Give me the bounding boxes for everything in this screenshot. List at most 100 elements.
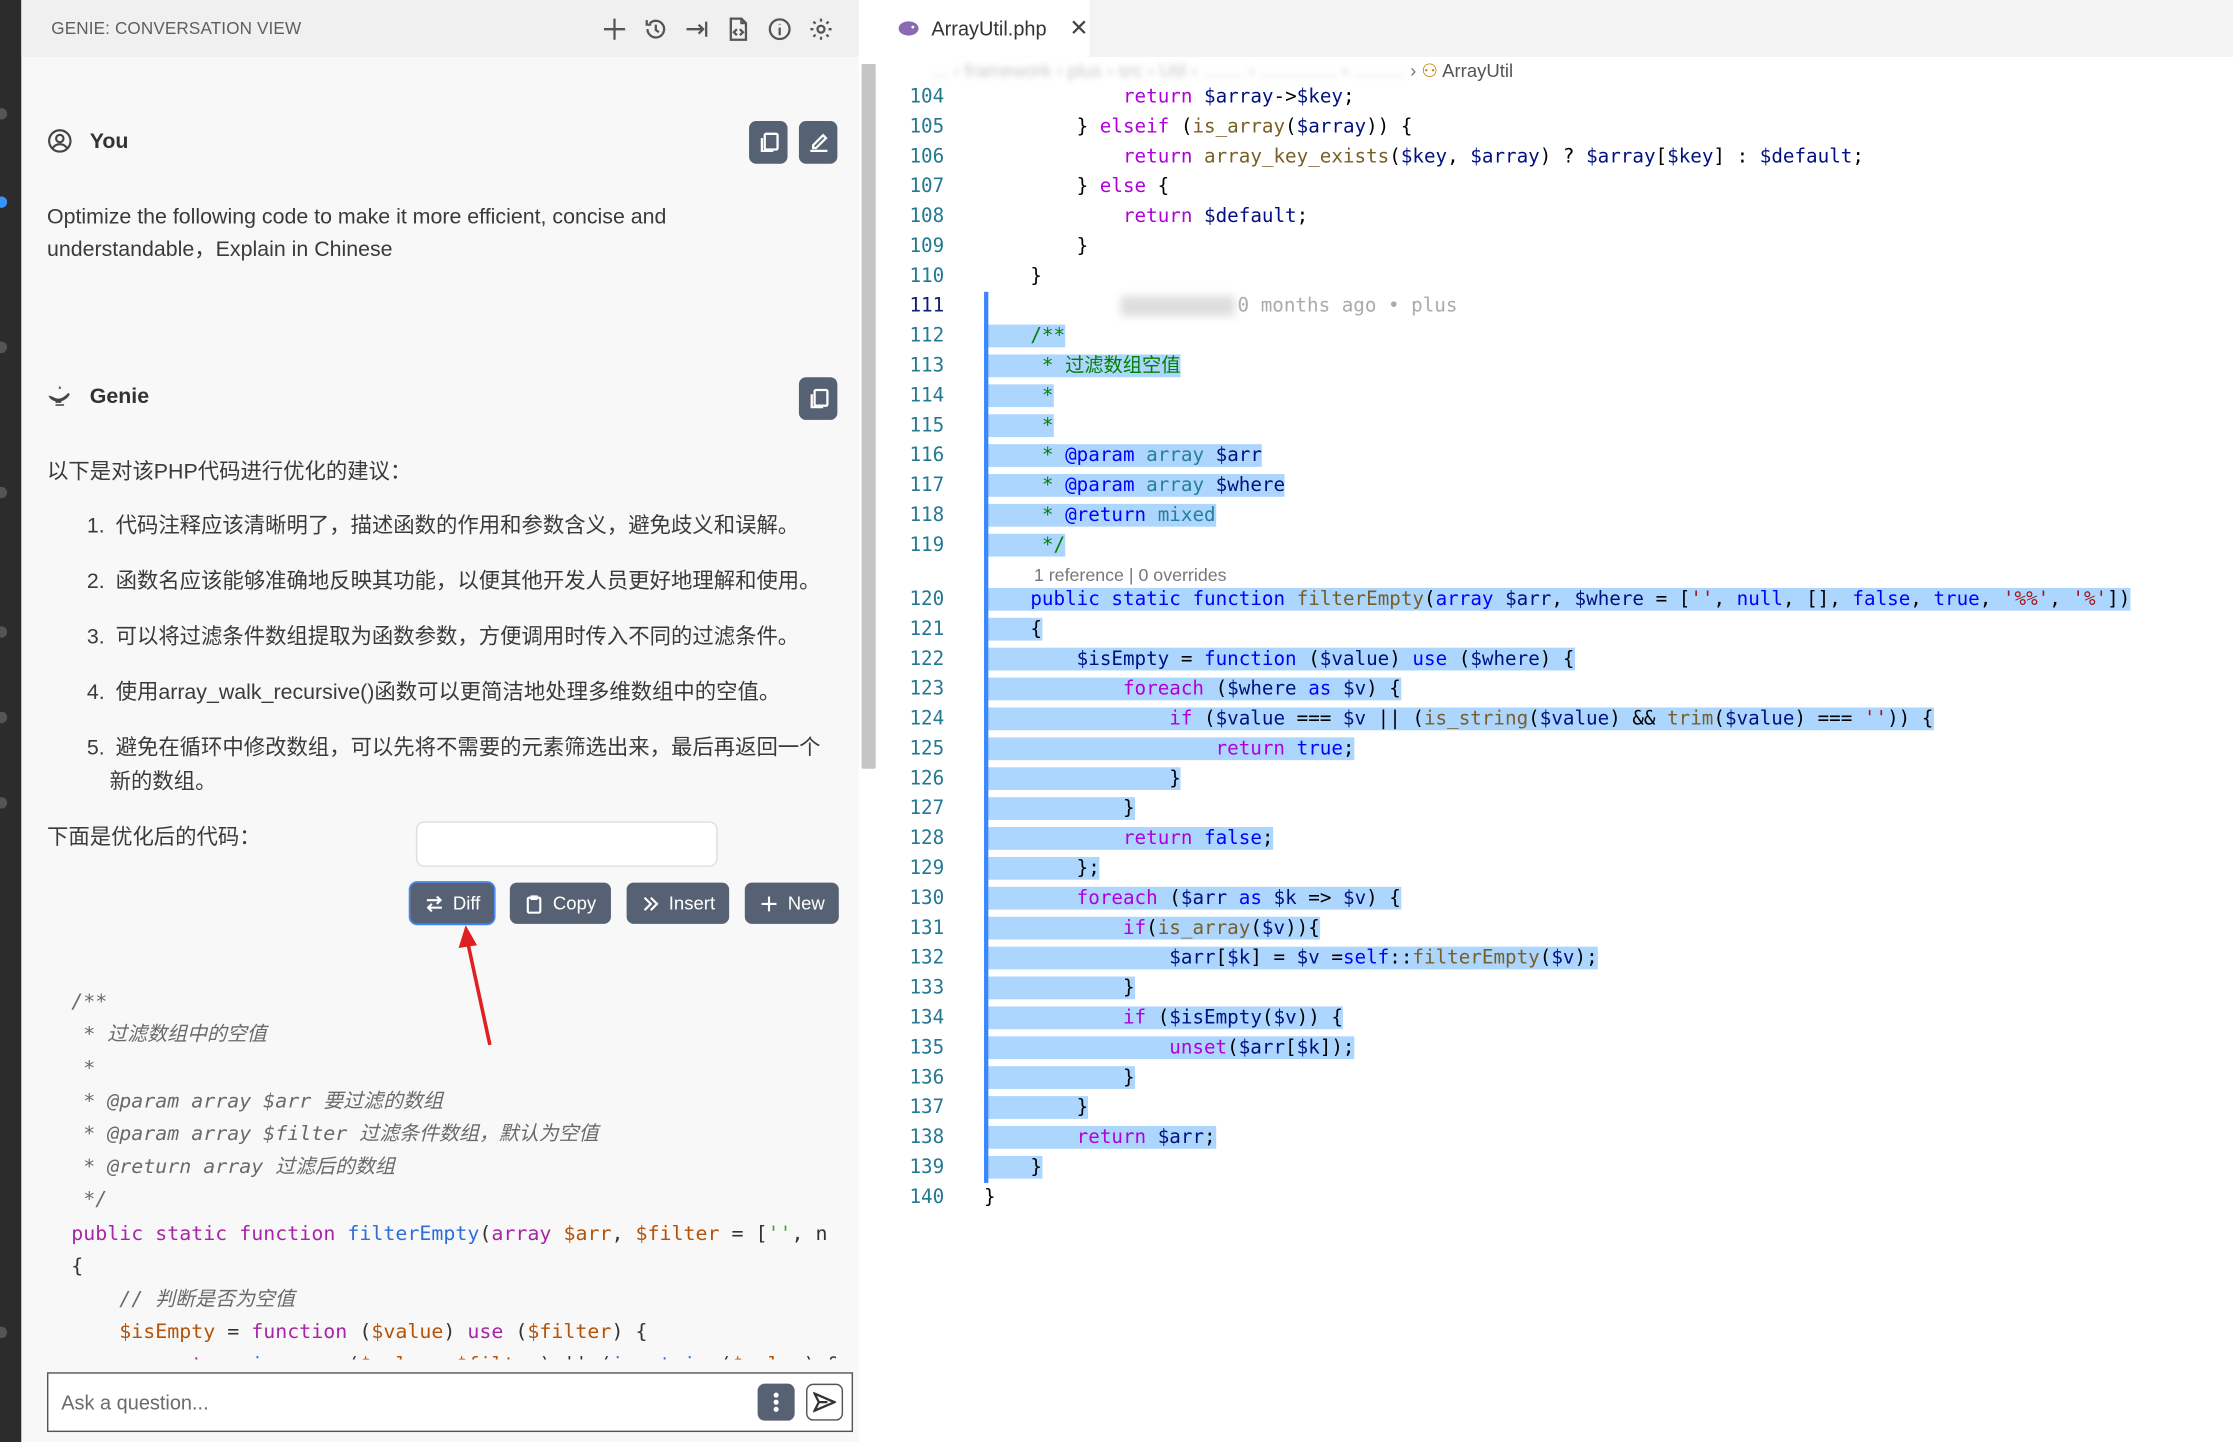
copy-response-button[interactable] [798, 377, 838, 420]
code-line[interactable]: } elseif (is_array($array)) { [984, 112, 1413, 142]
code-line[interactable]: $isEmpty = function ($value) use ($where… [984, 645, 1575, 675]
code-line[interactable]: return $array->$key; [984, 83, 1355, 113]
user-message-header: You [47, 128, 128, 154]
activity-icon[interactable] [0, 711, 8, 724]
breadcrumb-separator: › [1410, 59, 1422, 82]
code-line[interactable]: * 过滤数组空值 [984, 352, 1181, 382]
copy-message-button[interactable] [749, 120, 788, 164]
code-line[interactable]: if ($value === $v || (is_string($value) … [984, 705, 1934, 735]
line-number: 122 [909, 647, 945, 671]
code-line[interactable]: if(is_array($v)){ [984, 914, 1320, 944]
code-line[interactable]: $arr[$k] = $v =self::filterEmpty($v); [984, 944, 1598, 974]
info-icon[interactable] [766, 16, 792, 42]
code-line[interactable]: return true; [984, 735, 1355, 765]
code-line[interactable]: * [984, 411, 1054, 441]
copy-icon [809, 388, 828, 409]
line-number: 137 [909, 1096, 945, 1119]
list-item: 2. 函数名应该能够准确地反映其功能，以便其他开发人员更好地理解和使用。 [86, 569, 821, 594]
arrow-to-right-icon[interactable] [684, 16, 710, 42]
activity-icon[interactable] [0, 797, 8, 809]
code-line[interactable]: foreach ($where as $v) { [984, 675, 1401, 705]
line-number: 119 [909, 533, 945, 557]
code-line[interactable]: /** [984, 322, 1066, 352]
send-button[interactable] [806, 1383, 844, 1421]
code-line[interactable]: unset($arr[$k]); [984, 1033, 1355, 1063]
activity-icon-active[interactable] [0, 196, 8, 208]
list-item: 1. 代码注释应该清晰明了，描述函数的作用和参数含义，避免歧义和误解。 [86, 513, 800, 539]
code-line[interactable]: public static function filterEmpty(array… [984, 585, 2131, 615]
editor-tab-bar: ArrayUtil.php ✕ [875, 0, 2233, 57]
line-number: 128 [909, 827, 945, 850]
code-line[interactable]: } [984, 1183, 996, 1213]
line-number: 111 [909, 294, 945, 318]
file-code-icon[interactable] [725, 16, 751, 42]
copy-code-button[interactable]: Copy [510, 882, 611, 924]
code-line[interactable]: * @return mixed [984, 501, 1216, 531]
code-line[interactable]: { [984, 615, 1042, 645]
diff-button[interactable]: Diff [408, 881, 496, 926]
tab-label: ArrayUtil.php [931, 17, 1047, 40]
code-line[interactable]: } else { [984, 172, 1170, 202]
code-line[interactable]: }; [984, 854, 1100, 884]
code-line[interactable]: } [984, 1063, 1135, 1093]
panel-scrollbar[interactable] [861, 64, 876, 769]
panel-title: GENIE: CONVERSATION VIEW [51, 18, 302, 39]
activity-icon[interactable] [0, 1326, 8, 1339]
code-line[interactable]: } [984, 764, 1181, 794]
line-number: 118 [909, 503, 945, 527]
code-intro: 下面是优化后的代码： [46, 825, 261, 850]
more-options-button[interactable] [757, 1383, 795, 1421]
plus-icon [761, 895, 777, 911]
tab-arrayutil[interactable]: ArrayUtil.php ✕ [875, 0, 1090, 57]
copy-icon [760, 132, 778, 153]
line-number: 121 [909, 617, 945, 641]
code-line: public static function filterEmpty(array… [71, 1222, 828, 1246]
activity-bar [0, 0, 22, 1442]
assistant-name: Genie [89, 383, 150, 408]
breadcrumb-last[interactable]: ArrayUtil [1442, 60, 1513, 81]
ask-input[interactable]: Ask a question... [61, 1391, 746, 1414]
plus-icon[interactable] [601, 16, 627, 42]
history-icon[interactable] [642, 16, 668, 42]
code-line[interactable]: * @param array $where [984, 471, 1286, 501]
code-line[interactable]: } [984, 1153, 1042, 1183]
edit-message-button[interactable] [798, 120, 838, 164]
code-line[interactable]: return false; [984, 824, 1274, 854]
close-icon[interactable]: ✕ [1069, 14, 1088, 42]
code-area[interactable]: 104 return $array->$key; 105 } elseif (is… [876, 83, 2233, 1442]
code-line[interactable]: * @param array $arr [984, 441, 1262, 471]
activity-icon[interactable] [0, 108, 8, 120]
code-line[interactable]: } [984, 974, 1135, 1004]
assistant-intro: 以下是对该PHP代码进行优化的建议： [46, 459, 412, 484]
line-number: 120 [909, 587, 945, 611]
code-line: * 过滤数组中的空值 [71, 1024, 267, 1047]
code-line[interactable]: } [984, 262, 1042, 292]
line-number: 112 [909, 324, 945, 348]
line-number: 110 [909, 264, 945, 288]
list-item: 3. 可以将过滤条件数组提取为函数参数，方便调用时传入不同的过滤条件。 [86, 624, 800, 650]
new-file-button[interactable]: New [745, 882, 840, 924]
code-line[interactable]: return $default; [984, 202, 1308, 232]
code-line: $isEmpty = function ($value) use ($filte… [119, 1321, 648, 1345]
line-number: 133 [909, 976, 945, 1000]
activity-icon[interactable] [0, 341, 8, 354]
php-elephant-icon [898, 21, 919, 36]
ask-input-box[interactable]: Ask a question... [46, 1372, 854, 1433]
code-line[interactable]: } [984, 794, 1135, 824]
code-line[interactable]: return $arr; [984, 1123, 1216, 1153]
line-number: 116 [909, 444, 945, 467]
code-line[interactable]: if ($isEmpty($v)) { [984, 1004, 1343, 1034]
code-line[interactable]: } [984, 1093, 1088, 1123]
code-line: // 判断是否为空值 [71, 1288, 295, 1312]
code-line[interactable]: * [984, 381, 1054, 411]
gear-icon[interactable] [807, 16, 833, 42]
activity-icon[interactable] [0, 486, 8, 499]
code-line[interactable]: } [984, 232, 1089, 262]
code-line[interactable]: return array_key_exists($key, $array) ? … [984, 142, 1864, 172]
codelens[interactable]: 1 reference | 0 overrides [1034, 564, 1227, 587]
insert-code-button[interactable]: Insert [626, 882, 730, 924]
activity-icon[interactable] [0, 626, 8, 638]
code-line[interactable]: */ [984, 531, 1066, 561]
vertical-dots-icon [773, 1392, 779, 1412]
code-line[interactable]: foreach ($arr as $k => $v) { [984, 884, 1401, 914]
